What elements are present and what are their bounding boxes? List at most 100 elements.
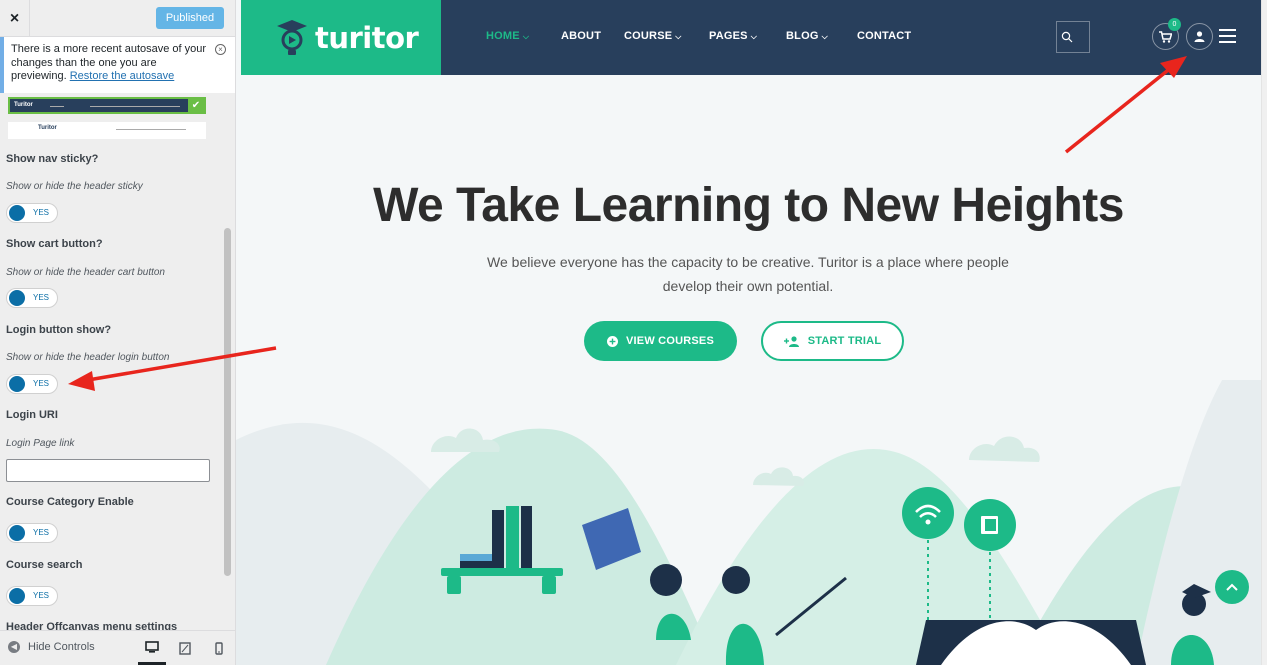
shelf-bracket — [447, 576, 461, 594]
plus-circle-icon — [607, 335, 619, 347]
mobile-icon — [215, 641, 223, 655]
control-title-login-uri: Login URI — [6, 409, 58, 421]
cart-button-toggle[interactable]: YES — [6, 288, 58, 308]
hero-title: We Take Learning to New Heights — [373, 179, 1124, 232]
chevron-down-icon: ⌵ — [675, 32, 682, 41]
search-button[interactable] — [1056, 21, 1090, 53]
course-category-toggle[interactable]: YES — [6, 523, 58, 543]
scroll-to-top-button[interactable] — [1215, 570, 1249, 604]
selected-check-icon: ✔ — [188, 97, 204, 114]
nav-item-about[interactable]: ABOUT — [561, 30, 601, 42]
start-trial-label: START TRIAL — [807, 335, 882, 347]
login-button[interactable] — [1186, 23, 1213, 50]
logo-text: turitor — [315, 20, 419, 55]
thumb-nav-line — [116, 129, 186, 130]
book — [506, 506, 519, 568]
site-preview: turitor HOME ⌵ ABOUT COURSE ⌵ PAGES ⌵ BLOG ⌵… — [236, 0, 1267, 665]
control-desc-nav-sticky: Show or hide the header sticky — [6, 181, 143, 192]
cloud — [969, 436, 1040, 462]
header-preview-dark: Turitor — [10, 99, 188, 112]
teacher-head — [722, 566, 750, 594]
header-layout-option-1[interactable]: Turitor ✔ — [8, 97, 206, 114]
add-user-icon — [783, 335, 799, 347]
nav-label: CONTACT — [857, 30, 912, 42]
view-courses-label: VIEW COURSES — [626, 335, 714, 347]
book-stack — [460, 561, 492, 568]
hide-controls-label: Hide Controls — [28, 641, 95, 653]
view-courses-button[interactable]: VIEW COURSES — [584, 321, 737, 361]
restore-autosave-link[interactable]: Restore the autosave — [70, 70, 175, 82]
hide-controls-button[interactable]: ◀ Hide Controls — [8, 641, 95, 653]
book-stack — [460, 554, 492, 561]
toggle-knob — [9, 290, 25, 306]
toggle-knob — [9, 525, 25, 541]
nav-item-pages[interactable]: PAGES ⌵ — [709, 30, 757, 42]
course-search-toggle[interactable]: YES — [6, 586, 58, 606]
hero-illustration — [236, 380, 1261, 665]
publish-button[interactable]: Published — [156, 7, 224, 29]
toggle-knob — [9, 376, 25, 392]
login-button-toggle[interactable]: YES — [6, 374, 58, 394]
toggle-label: YES — [33, 208, 50, 217]
desktop-icon — [145, 640, 159, 653]
hamburger-menu-icon[interactable] — [1219, 29, 1236, 43]
collapse-icon: ◀ — [8, 641, 20, 653]
bookshelf — [441, 568, 563, 576]
header-layout-option-2[interactable]: Turitor — [8, 122, 206, 139]
thumb-nav-line — [90, 106, 180, 107]
control-title-cart-button: Show cart button? — [6, 238, 103, 250]
control-desc-cart-button: Show or hide the header cart button — [6, 267, 165, 278]
cart-icon — [1159, 31, 1172, 43]
nav-item-course[interactable]: COURSE ⌵ — [624, 30, 682, 42]
toggle-label: YES — [33, 379, 50, 388]
toggle-label: YES — [33, 591, 50, 600]
login-uri-input[interactable] — [6, 459, 210, 482]
close-customizer-button[interactable]: × — [0, 0, 30, 37]
user-icon — [1194, 31, 1205, 42]
cart-count-badge: 0 — [1168, 18, 1181, 31]
autosave-notice: There is a more recent autosave of your … — [0, 37, 235, 93]
bulb-cap-logo-icon — [277, 19, 307, 55]
customizer-footer: ◀ Hide Controls — [0, 630, 235, 665]
preview-tablet-button[interactable] — [171, 631, 199, 665]
nav-label: COURSE — [624, 30, 673, 42]
customizer-header: × Published — [0, 0, 235, 37]
start-trial-button[interactable]: START TRIAL — [761, 321, 904, 361]
preview-desktop-button[interactable] — [138, 631, 166, 665]
book — [492, 510, 504, 568]
main-navbar: HOME ⌵ ABOUT COURSE ⌵ PAGES ⌵ BLOG ⌵ CONTACT… — [441, 0, 1261, 75]
toggle-knob — [9, 205, 25, 221]
thumb-logo: Turitor — [14, 102, 33, 108]
chevron-down-icon: ⌵ — [522, 32, 530, 41]
control-desc-login-button: Show or hide the header login button — [6, 352, 170, 363]
dismiss-notice-icon[interactable]: × — [215, 44, 226, 55]
nav-item-blog[interactable]: BLOG ⌵ — [786, 30, 828, 42]
nav-label: BLOG — [786, 30, 819, 42]
student-head — [650, 564, 682, 596]
search-icon — [1061, 31, 1073, 43]
control-title-course-category: Course Category Enable — [6, 496, 134, 508]
chevron-down-icon: ⌵ — [750, 32, 757, 41]
cart-button[interactable]: 0 — [1152, 18, 1181, 50]
chevron-up-icon — [1226, 583, 1238, 591]
nav-label: ABOUT — [561, 30, 602, 42]
shelf-bracket — [542, 576, 556, 594]
control-title-course-search: Course search — [6, 559, 83, 571]
thumb-nav-line — [50, 106, 64, 107]
nav-item-home[interactable]: HOME ⌵ — [486, 30, 529, 42]
toggle-knob — [9, 588, 25, 604]
sidebar-scrollbar[interactable] — [224, 228, 231, 576]
book — [521, 506, 532, 568]
nav-sticky-toggle[interactable]: YES — [6, 203, 58, 223]
nav-item-contact[interactable]: CONTACT — [857, 30, 911, 42]
cloud — [431, 428, 500, 452]
site-logo[interactable]: turitor — [241, 0, 441, 75]
hero-subtitle: We believe everyone has the capacity to … — [487, 254, 1009, 294]
toggle-label: YES — [33, 528, 50, 537]
preview-mobile-button[interactable] — [205, 631, 233, 665]
toggle-label: YES — [33, 293, 50, 302]
control-title-nav-sticky: Show nav sticky? — [6, 153, 99, 165]
tablet-icon — [179, 641, 191, 655]
customizer-sidebar: × Published There is a more recent autos… — [0, 0, 236, 665]
preview-scrollbar[interactable] — [1261, 0, 1267, 665]
